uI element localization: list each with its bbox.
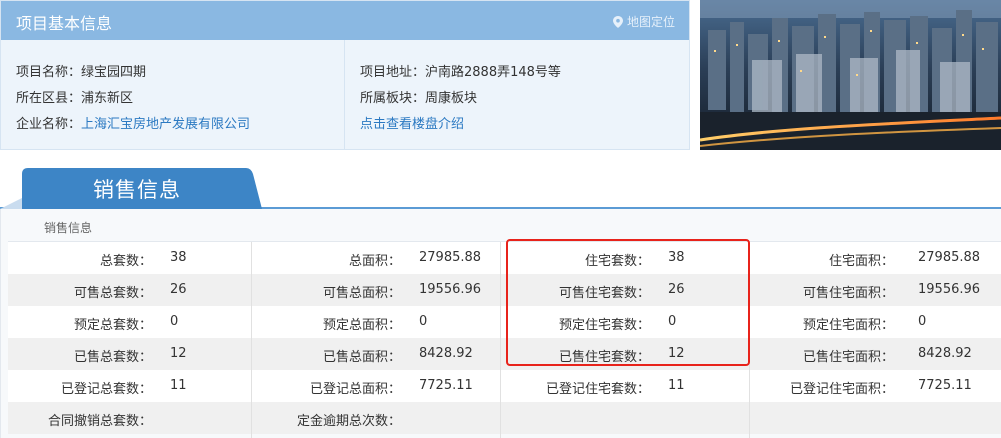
map-location-label: 地图定位 <box>626 15 675 29</box>
city-skyline-image <box>700 0 1001 150</box>
address-value: 沪南路2888弄148号等 <box>425 65 561 80</box>
sales-cell-label: 已登记总面积： <box>309 382 401 397</box>
sales-column-divider <box>251 242 252 438</box>
project-name-value: 绿宝园四期 <box>81 65 147 80</box>
sales-column-divider <box>749 242 750 438</box>
sales-cell-value: 19556.96 <box>419 282 482 297</box>
sales-cell-label: 住宅面积： <box>828 254 894 269</box>
sales-cell-label: 已售总套数： <box>73 350 152 365</box>
sales-cell-label: 可售住宅套数： <box>558 286 650 301</box>
project-info-header: 项目基本信息 地图定位 <box>1 1 689 40</box>
sales-sub-title: 销售信息 <box>44 221 93 235</box>
sales-cell-value: 27985.88 <box>419 250 482 265</box>
sales-cell-label: 总套数： <box>99 254 152 269</box>
district-row: 所在区县：浦东新区 <box>16 87 133 106</box>
sales-cell-label: 已登记住宅套数： <box>545 382 650 397</box>
project-info-card: 项目基本信息 地图定位 项目名称：绿宝园四期 所在区县：浦东新区 企业名称：上海… <box>0 0 690 150</box>
address-label: 项目地址： <box>360 65 426 80</box>
sales-cell-label: 预定总套数： <box>73 318 152 333</box>
address-row: 项目地址：沪南路2888弄148号等 <box>360 61 561 80</box>
sales-cell-label: 已登记总套数： <box>60 382 152 397</box>
sales-cell-value: 12 <box>170 346 187 361</box>
sales-cell-label: 定金逾期总次数： <box>296 414 401 429</box>
sales-cell-value: 38 <box>170 250 187 265</box>
block-label: 所属板块： <box>360 91 426 106</box>
map-pin-icon <box>612 15 623 28</box>
sales-tab[interactable]: 销售信息 <box>93 174 181 204</box>
sales-cell-value: 38 <box>668 250 685 265</box>
project-photo <box>700 0 1001 150</box>
sales-cell-label: 预定住宅套数： <box>558 318 650 333</box>
sales-row-cancelled <box>8 402 1001 434</box>
sales-cell-value: 26 <box>170 282 187 297</box>
sales-cell-value: 7725.11 <box>419 378 473 393</box>
sales-cell-label: 住宅套数： <box>584 254 650 269</box>
sales-cell-label: 已登记住宅面积： <box>789 382 894 397</box>
project-intro-link[interactable]: 点击查看楼盘介绍 <box>360 113 464 132</box>
sales-cell-value: 0 <box>419 314 428 329</box>
sales-cell-value: 0 <box>668 314 677 329</box>
sales-cell-value: 0 <box>918 314 927 329</box>
sales-cell-label: 可售总面积： <box>322 286 401 301</box>
project-name-row: 项目名称：绿宝园四期 <box>16 61 146 80</box>
sales-cell-value: 27985.88 <box>918 250 981 265</box>
project-info-title: 项目基本信息 <box>16 14 113 33</box>
project-info-divider <box>344 40 345 150</box>
sales-cell-value: 12 <box>668 346 685 361</box>
sales-cell-value: 11 <box>668 378 685 393</box>
sales-cell-label: 预定总面积： <box>322 318 401 333</box>
project-info-body: 项目名称：绿宝园四期 所在区县：浦东新区 企业名称：上海汇宝房地产发展有限公司 … <box>1 40 689 150</box>
sales-cell-value: 19556.96 <box>918 282 981 297</box>
sales-cell-value: 8428.92 <box>419 346 473 361</box>
sales-column-divider <box>500 242 501 438</box>
district-label: 所在区县： <box>16 91 82 106</box>
project-name-label: 项目名称： <box>16 65 82 80</box>
company-link[interactable]: 上海汇宝房地产发展有限公司 <box>81 117 250 132</box>
block-row: 所属板块：周康板块 <box>360 87 477 106</box>
sales-cell-label: 合同撤销总套数： <box>47 414 152 429</box>
district-value: 浦东新区 <box>81 91 134 106</box>
sales-cell-label: 可售总套数： <box>73 286 152 301</box>
company-row: 企业名称：上海汇宝房地产发展有限公司 <box>16 113 250 132</box>
sales-cell-label: 预定住宅面积： <box>802 318 894 333</box>
sales-cell-value: 26 <box>668 282 685 297</box>
sales-cell-value: 7725.11 <box>918 378 972 393</box>
sales-cell-label: 总面积： <box>348 254 401 269</box>
block-value: 周康板块 <box>425 91 478 106</box>
sales-cell-value: 11 <box>170 378 187 393</box>
sales-cell-value: 8428.92 <box>918 346 972 361</box>
sales-cell-value: 0 <box>170 314 179 329</box>
sales-cell-label: 已售住宅套数： <box>558 350 650 365</box>
map-location-link[interactable]: 地图定位 <box>612 13 675 30</box>
company-label: 企业名称： <box>16 117 82 132</box>
sales-cell-label: 已售住宅面积： <box>802 350 894 365</box>
sales-cell-label: 可售住宅面积： <box>802 286 894 301</box>
sales-cell-label: 已售总面积： <box>322 350 401 365</box>
